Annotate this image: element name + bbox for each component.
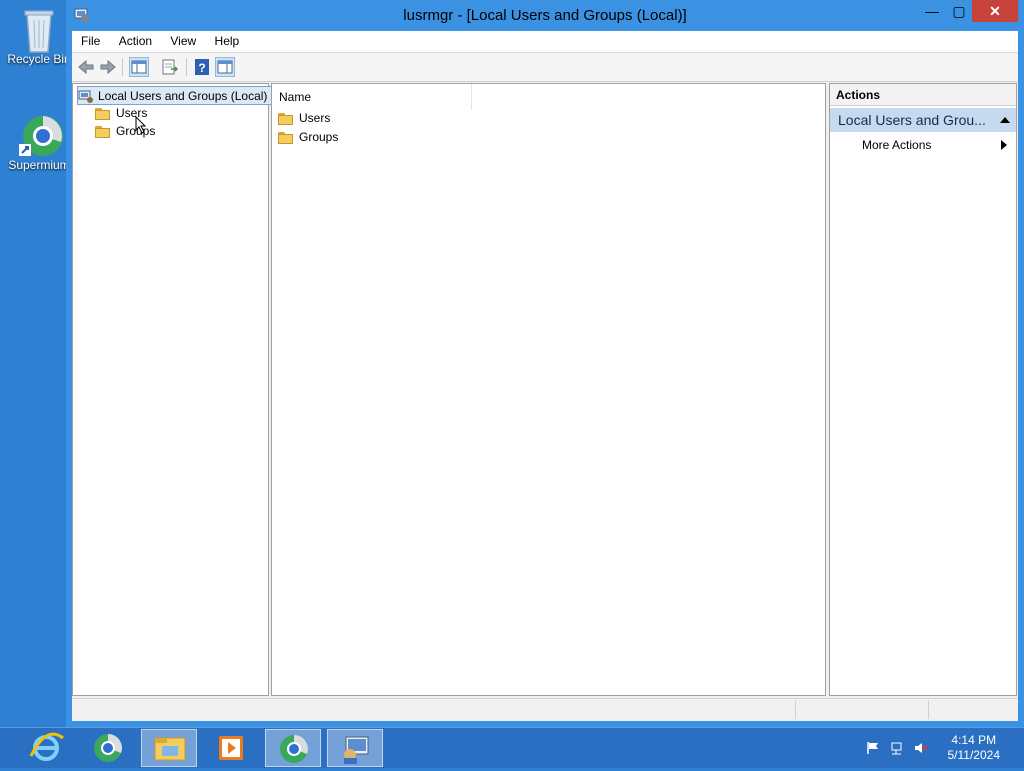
forward-icon [100,59,116,75]
column-header-name[interactable]: Name [272,84,472,110]
taskbar-supermium-active[interactable] [265,729,321,767]
desktop-icon-label: Recycle Bin [7,52,71,66]
list-item-groups[interactable]: Groups [278,128,338,146]
more-actions-item[interactable]: More Actions [862,136,931,154]
title-bar[interactable]: lusrmgr - [Local Users and Groups (Local… [66,0,1024,31]
window-client: File Action View Help ? Local Users and … [72,31,1018,721]
taskbar-supermium[interactable] [80,729,136,767]
file-explorer-icon [154,737,186,761]
menu-bar: File Action View Help [72,31,1018,53]
list-item-users[interactable]: Users [278,109,330,127]
close-button[interactable]: ✕ [972,0,1018,22]
desktop-icon-recycle-bin[interactable]: Recycle Bin [4,6,74,66]
tree-node-root[interactable]: Local Users and Groups (Local) [77,86,273,105]
console-tree-pane: Local Users and Groups (Local) Users Gro… [72,83,273,696]
menu-help[interactable]: Help [206,31,246,48]
forward-button[interactable] [98,57,118,77]
folder-icon [95,125,110,138]
folder-icon [95,107,110,120]
system-clock[interactable]: 4:14 PM 5/11/2024 [948,733,1001,763]
list-item-label: Users [299,111,331,125]
tree-node-label: Local Users and Groups (Local) [98,89,268,103]
menu-file[interactable]: File [72,31,106,48]
browser-icon [17,112,63,156]
toolbar-separator [186,58,187,76]
desktop-icon-supermium[interactable]: Supermium [4,112,74,172]
help-button[interactable]: ? [192,57,212,77]
taskbar-media-player[interactable] [203,729,259,767]
actions-section-label: Local Users and Grou... [838,112,986,128]
results-pane: Name Users Groups [271,83,826,696]
show-hide-action-pane-button[interactable] [215,57,235,77]
svg-text:?: ? [198,61,205,75]
taskbar-internet-explorer[interactable] [18,729,74,767]
help-icon: ? [195,59,209,75]
network-icon[interactable] [890,741,904,755]
status-segment [928,701,929,719]
action-center-flag-icon[interactable] [866,741,880,755]
toolbar-separator [122,58,123,76]
actions-section-header[interactable]: Local Users and Grou... [830,108,1016,132]
back-button[interactable] [76,57,96,77]
actions-pane: Actions Local Users and Grou... More Act… [829,83,1017,696]
back-icon [78,59,94,75]
toolbar: ? [72,53,1018,82]
show-hide-action-pane-icon [217,60,233,74]
folder-icon [278,131,293,144]
collapse-up-icon [1000,117,1010,123]
folder-icon [278,112,293,125]
clock-time: 4:14 PM [951,733,997,747]
menu-action[interactable]: Action [110,31,158,48]
users-groups-icon [78,90,94,104]
window-title: lusrmgr - [Local Users and Groups (Local… [403,7,687,24]
show-hide-tree-icon [131,60,147,74]
taskbar: 4:14 PM 5/11/2024 [0,727,1024,768]
submenu-arrow-icon [1001,140,1007,150]
show-hide-console-tree-button[interactable] [129,57,149,77]
menu-view[interactable]: View [161,31,202,48]
status-bar [72,698,1018,721]
more-actions-label: More Actions [862,138,932,152]
media-player-icon [219,736,243,760]
export-list-icon [162,59,179,75]
volume-muted-icon[interactable] [914,741,928,755]
list-item-label: Groups [299,130,339,144]
mouse-cursor-icon [135,116,147,134]
actions-header: Actions [830,84,1016,106]
browser-icon [94,734,122,762]
export-list-button[interactable] [160,57,180,77]
clock-date: 5/11/2024 [947,748,1001,762]
desktop-icon-label: Supermium [8,158,70,172]
taskbar-file-explorer[interactable] [141,729,197,767]
internet-explorer-icon [29,732,64,761]
recycle-bin-icon [17,6,61,53]
taskbar-lusrmgr[interactable] [327,729,383,767]
users-groups-icon [344,736,369,764]
status-segment [795,701,796,719]
maximize-button[interactable]: ▢ [942,0,976,22]
lusrmgr-window: lusrmgr - [Local Users and Groups (Local… [66,0,1024,727]
browser-icon [280,735,308,763]
